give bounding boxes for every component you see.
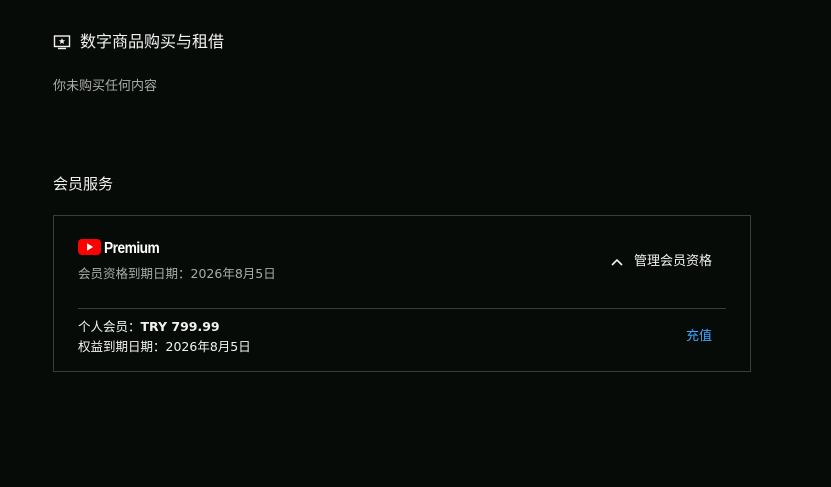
youtube-play-icon [78,239,101,259]
card-divider [78,308,726,309]
manage-membership-label: 管理会员资格 [633,254,712,269]
digital-purchases-header: 数字商品购买与租借 [53,30,224,54]
expiry-label: 会员资格到期日期： [78,266,191,281]
movie-icon [53,33,71,51]
digital-purchases-title: 数字商品购买与租借 [80,32,225,51]
benefit-expiry: 权益到期日期：2026年8月5日 [78,338,251,356]
plan-label: 个人会员： [78,319,141,334]
premium-membership-card: Premium 会员资格到期日期：2026年8月5日 管理会员资格 个人会员：T… [53,215,751,372]
manage-membership-button[interactable]: 管理会员资格 [610,252,712,272]
membership-expiry: 会员资格到期日期：2026年8月5日 [78,265,276,283]
plan-price: TRY 799.99 [140,319,220,334]
expiry-date: 2026年8月5日 [190,266,276,281]
premium-wordmark: Premium [104,240,160,257]
youtube-premium-logo: Premium [78,239,168,259]
benefit-date: 2026年8月5日 [165,339,251,354]
plan-info: 个人会员：TRY 799.99 [78,318,220,336]
benefit-label: 权益到期日期： [78,339,166,354]
recharge-link[interactable]: 充值 [686,328,712,346]
memberships-title: 会员服务 [53,175,114,193]
empty-purchases-text: 你未购买任何内容 [53,79,158,94]
chevron-up-icon [610,255,624,269]
